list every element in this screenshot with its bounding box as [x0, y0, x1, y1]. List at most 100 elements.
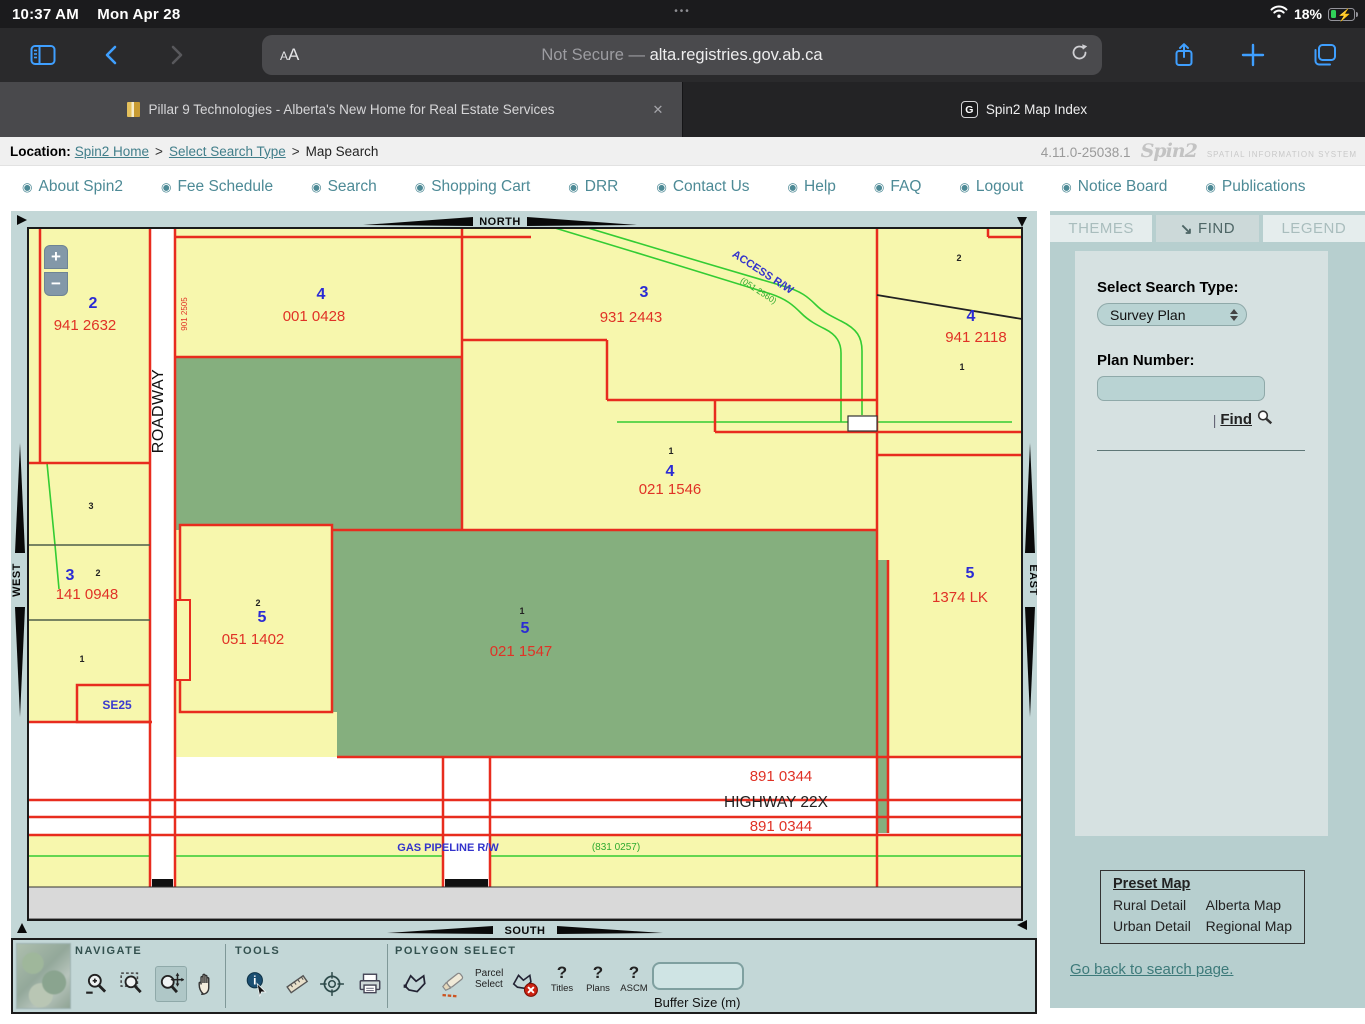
preset-map-title: Preset Map: [1113, 876, 1292, 892]
menu-item-about-spin2[interactable]: ◉About Spin2: [22, 178, 123, 196]
menu-item-search[interactable]: ◉Search: [311, 178, 377, 196]
pan-hand-tool-icon[interactable]: [191, 966, 223, 1002]
breadcrumb-spin2-home[interactable]: Spin2 Home: [75, 144, 149, 159]
overview-thumbnail[interactable]: [16, 943, 71, 1009]
sidebar-tab-legend[interactable]: LEGEND: [1263, 215, 1365, 242]
query-ascm-button[interactable]: ?ASCM: [617, 964, 651, 994]
menu-bullet-icon: ◉: [1061, 180, 1071, 194]
polygon-select-tool-icon[interactable]: [399, 966, 431, 1002]
map-label: NORTH: [479, 216, 521, 228]
menu-item-notice-board[interactable]: ◉Notice Board: [1061, 178, 1167, 196]
close-tab-icon[interactable]: ✕: [648, 100, 668, 120]
new-tab-icon[interactable]: [1241, 43, 1265, 67]
map-label: 021 1547: [490, 643, 553, 660]
tab-bar: Pillar 9 Technologies - Alberta's New Ho…: [0, 82, 1365, 137]
measure-tool-icon[interactable]: [281, 966, 313, 1002]
sidebar-tab-themes[interactable]: THEMES: [1050, 215, 1152, 242]
go-back-link[interactable]: Go back to search page.: [1070, 961, 1233, 978]
map-label: 941 2118: [945, 329, 1006, 346]
parcel-select-label[interactable]: Parcel Select: [475, 968, 503, 990]
menu-item-faq[interactable]: ◉FAQ: [874, 178, 922, 196]
map-label: 141 0948: [56, 586, 119, 603]
menu-item-drr[interactable]: ◉DRR: [568, 178, 618, 196]
search-type-label: Select Search Type:: [1097, 279, 1328, 296]
zoom-pan-tool-icon[interactable]: [155, 966, 187, 1002]
map-label: 001 0428: [283, 308, 346, 325]
sidebar-toggle-icon[interactable]: [30, 44, 56, 66]
polygon-section-label: POLYGON SELECT: [395, 945, 516, 957]
menu-item-fee-schedule[interactable]: ◉Fee Schedule: [161, 178, 273, 196]
menu-item-shopping-cart[interactable]: ◉Shopping Cart: [415, 178, 531, 196]
menu-bullet-icon: ◉: [959, 180, 969, 194]
reload-icon[interactable]: [1070, 43, 1089, 67]
map-label: WEST: [11, 563, 23, 597]
map-label: 891 0344: [750, 818, 813, 835]
map-label: 4: [666, 463, 675, 480]
map-zoom-in-button[interactable]: +: [44, 245, 68, 269]
tabs-overview-icon[interactable]: [1311, 43, 1337, 67]
share-icon[interactable]: [1173, 42, 1195, 68]
preset-map-box: Preset Map Rural Detail Alberta Map Urban …: [1100, 870, 1305, 944]
find-magnifier-icon[interactable]: [1256, 409, 1273, 430]
ios-status-bar: 10:37 AM Mon Apr 28 ••• 18% ⚡: [0, 0, 1365, 28]
url-text: Not Secure — alta.registries.gov.ab.ca: [262, 46, 1102, 65]
map-label: 4: [317, 286, 326, 303]
map-label: 1: [668, 446, 673, 456]
parcel-map[interactable]: 2941 26324001 04283931 244324941 2118114…: [11, 211, 1037, 939]
map-label: ROADWAY: [150, 369, 167, 453]
map-label: 2: [95, 568, 100, 578]
clear-polygon-tool-icon[interactable]: [509, 966, 541, 1002]
menu-bullet-icon: ◉: [874, 180, 884, 194]
find-button[interactable]: Find: [1220, 411, 1252, 428]
select-arrows-icon: [1230, 309, 1238, 321]
pillar9-favicon: [127, 102, 140, 117]
map-label: 2: [255, 598, 260, 608]
menu-item-help[interactable]: ◉Help: [788, 178, 836, 196]
forward-button[interactable]: [165, 43, 187, 67]
navigate-section-label: NAVIGATE: [75, 945, 142, 957]
map-label: 931 2443: [600, 309, 663, 326]
tab-pillar9[interactable]: Pillar 9 Technologies - Alberta's New Ho…: [0, 82, 683, 137]
map-label: 1: [79, 654, 84, 664]
find-panel: Select Search Type: Survey Plan Plan Num…: [1075, 251, 1328, 836]
zoom-inout-tool-icon[interactable]: [81, 966, 113, 1002]
map-zoom-out-button[interactable]: −: [44, 272, 68, 296]
zoom-box-tool-icon[interactable]: [116, 966, 148, 1002]
breadcrumb-select-search-type[interactable]: Select Search Type: [169, 144, 286, 159]
address-bar[interactable]: AA Not Secure — alta.registries.gov.ab.c…: [262, 35, 1102, 75]
map-viewport[interactable]: 2941 26324001 04283931 244324941 2118114…: [11, 211, 1037, 939]
menu-item-logout[interactable]: ◉Logout: [959, 178, 1023, 196]
query-titles-button[interactable]: ?Titles: [545, 964, 579, 994]
multitask-dots-icon[interactable]: •••: [674, 6, 691, 17]
preset-rural-detail[interactable]: Rural Detail: [1113, 897, 1192, 913]
map-label: GAS PIPELINE R/W: [397, 842, 499, 854]
tab-spin2-map-index[interactable]: G Spin2 Map Index: [683, 82, 1365, 137]
preset-regional-map[interactable]: Regional Map: [1206, 918, 1292, 934]
plan-number-input[interactable]: [1097, 376, 1265, 401]
identify-tool-icon[interactable]: i: [241, 966, 273, 1002]
svg-text:i: i: [253, 974, 256, 988]
search-type-select[interactable]: Survey Plan: [1097, 303, 1247, 326]
map-label: 901 2505: [180, 297, 189, 331]
spin2-favicon: G: [961, 101, 978, 118]
parcel-select-highlighter-icon[interactable]: [437, 966, 469, 1002]
menu-bullet-icon: ◉: [656, 180, 666, 194]
query-plans-button[interactable]: ?Plans: [581, 964, 615, 994]
map-label: 051 1402: [222, 631, 285, 648]
back-button[interactable]: [101, 43, 123, 67]
menu-item-publications[interactable]: ◉Publications: [1205, 178, 1305, 196]
sidebar-tab-find[interactable]: ↘FIND: [1156, 215, 1258, 242]
clock: 10:37 AM: [12, 6, 79, 23]
safari-toolbar: AA Not Secure — alta.registries.gov.ab.c…: [0, 28, 1365, 82]
print-tool-icon[interactable]: [354, 966, 386, 1002]
buffer-size-input[interactable]: [652, 962, 744, 990]
menu-item-contact-us[interactable]: ◉Contact Us: [656, 178, 749, 196]
map-label: 1: [959, 362, 964, 372]
center-map-tool-icon[interactable]: [316, 966, 348, 1002]
breadcrumb-current: Map Search: [306, 144, 379, 159]
battery-percent: 18%: [1294, 6, 1322, 22]
preset-urban-detail[interactable]: Urban Detail: [1113, 918, 1192, 934]
preset-alberta-map[interactable]: Alberta Map: [1206, 897, 1292, 913]
map-label: 3: [640, 284, 649, 301]
buffer-size-label: Buffer Size (m): [654, 995, 740, 1010]
